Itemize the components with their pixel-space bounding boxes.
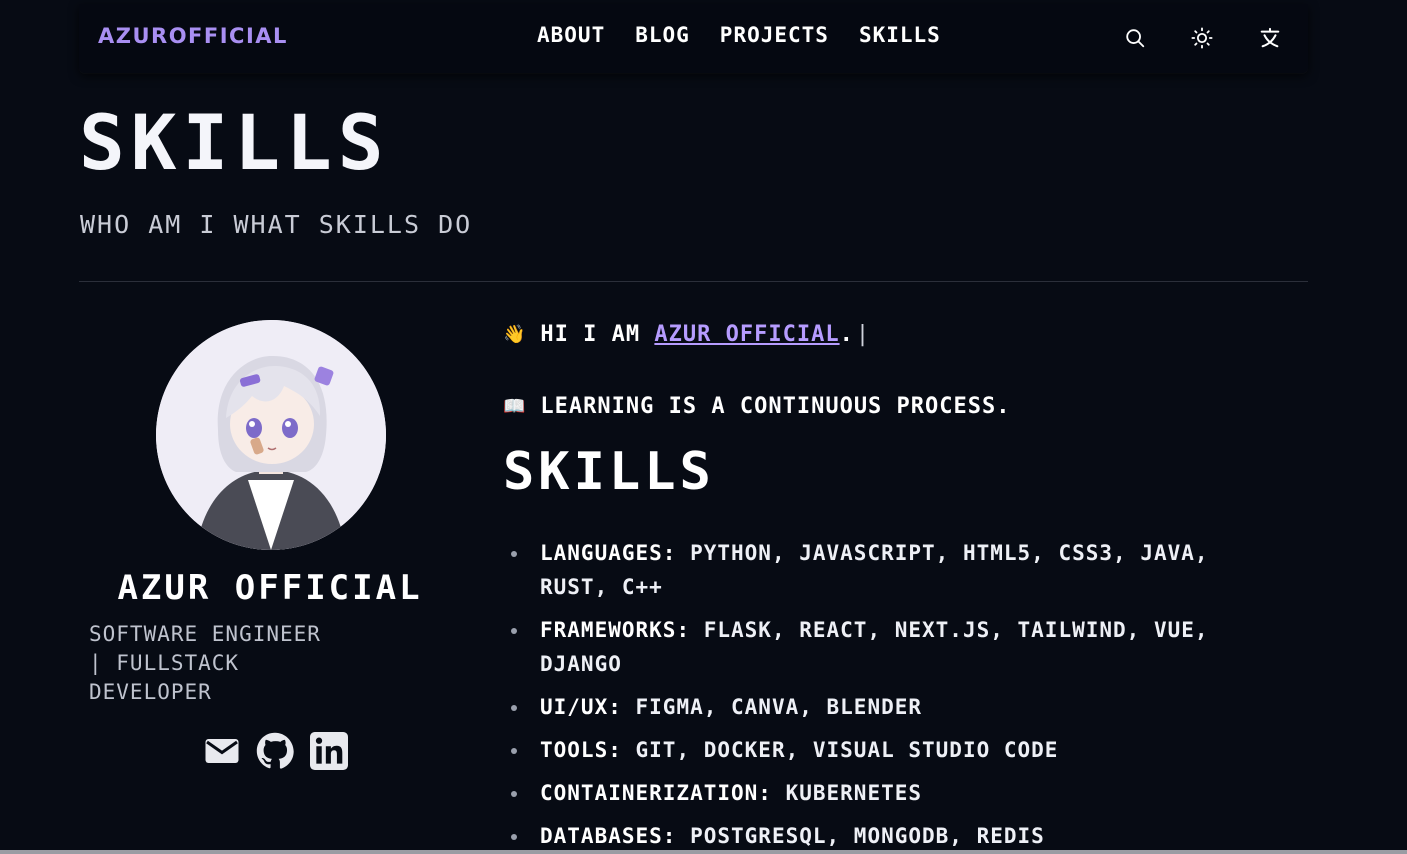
linkedin-icon[interactable] [310,732,348,774]
skill-item: DATABASES: POSTGRESQL, MONGODB, REDIS [503,819,1273,853]
profile-role-line: SOFTWARE ENGINEER [89,622,321,646]
skill-item: FRAMEWORKS: FLASK, REACT, NEXT.JS, TAILW… [503,613,1273,681]
skill-value: KUBERNETES [785,781,923,805]
header-divider [79,281,1308,282]
bio-greeting-text: HI I AM [540,322,641,347]
bio-period: . [839,322,854,347]
page-title: SKILLS [79,98,390,187]
mail-icon[interactable] [204,737,240,769]
nav-link-about[interactable]: ABOUT [537,23,605,47]
nav-links: ABOUT BLOG PROJECTS SKILLS [537,23,941,47]
skill-value: POSTGRESQL, MONGODB, REDIS [690,824,1045,848]
skills-list: LANGUAGES: PYTHON, JAVASCRIPT, HTML5, CS… [503,536,1273,854]
skill-item: TOOLS: GIT, DOCKER, VISUAL STUDIO CODE [503,733,1273,767]
nav-link-blog[interactable]: BLOG [635,23,690,47]
profile-name: AZUR OFFICIAL [117,568,423,608]
skill-label: DATABASES [540,824,663,848]
skill-label: CONTAINERIZATION [540,781,759,805]
skill-label: FRAMEWORKS [540,618,677,642]
profile-role-line: DEVELOPER [89,680,212,704]
bio-learning-text: LEARNING IS A CONTINUOUS PROCESS. [540,394,1011,419]
waving-hand-icon: 👋 [503,324,527,345]
typing-cursor: | [855,322,871,347]
search-icon[interactable] [1122,25,1148,51]
skill-label: UI/UX [540,695,609,719]
skill-label: TOOLS [540,738,609,762]
language-icon[interactable] [1257,25,1283,51]
bio-name-link[interactable]: AZUR OFFICIAL [654,322,839,347]
skills-section-title: SKILLS [503,442,715,502]
bio-learning: 📖 LEARNING IS A CONTINUOUS PROCESS. [503,394,1011,419]
profile-role-line: | FULLSTACK [89,651,240,675]
skill-label: LANGUAGES [540,541,663,565]
skill-item: LANGUAGES: PYTHON, JAVASCRIPT, HTML5, CS… [503,536,1273,604]
page-subtitle: WHO AM I WHAT SKILLS DO [80,210,473,239]
profile-avatar [156,320,386,550]
skill-value: FIGMA, CANVA, BLENDER [635,695,923,719]
social-links [204,732,348,774]
nav-link-projects[interactable]: PROJECTS [720,23,829,47]
book-icon: 📖 [503,396,527,417]
skill-item: CONTAINERIZATION: KUBERNETES [503,776,1273,810]
window-bottom-edge [0,850,1407,854]
nav-link-skills[interactable]: SKILLS [859,23,941,47]
sun-icon[interactable] [1189,25,1215,51]
brand-logo-link[interactable]: AZUROFFICIAL [98,24,288,48]
github-icon[interactable] [256,732,294,774]
bio-greeting: 👋 HI I AM AZUR OFFICIAL.| [503,322,870,347]
profile-role: SOFTWARE ENGINEER | FULLSTACK DEVELOPER [89,620,459,707]
skill-item: UI/UX: FIGMA, CANVA, BLENDER [503,690,1273,724]
top-navbar: AZUROFFICIAL ABOUT BLOG PROJECTS SKILLS [79,4,1308,73]
skill-value: GIT, DOCKER, VISUAL STUDIO CODE [635,738,1059,762]
